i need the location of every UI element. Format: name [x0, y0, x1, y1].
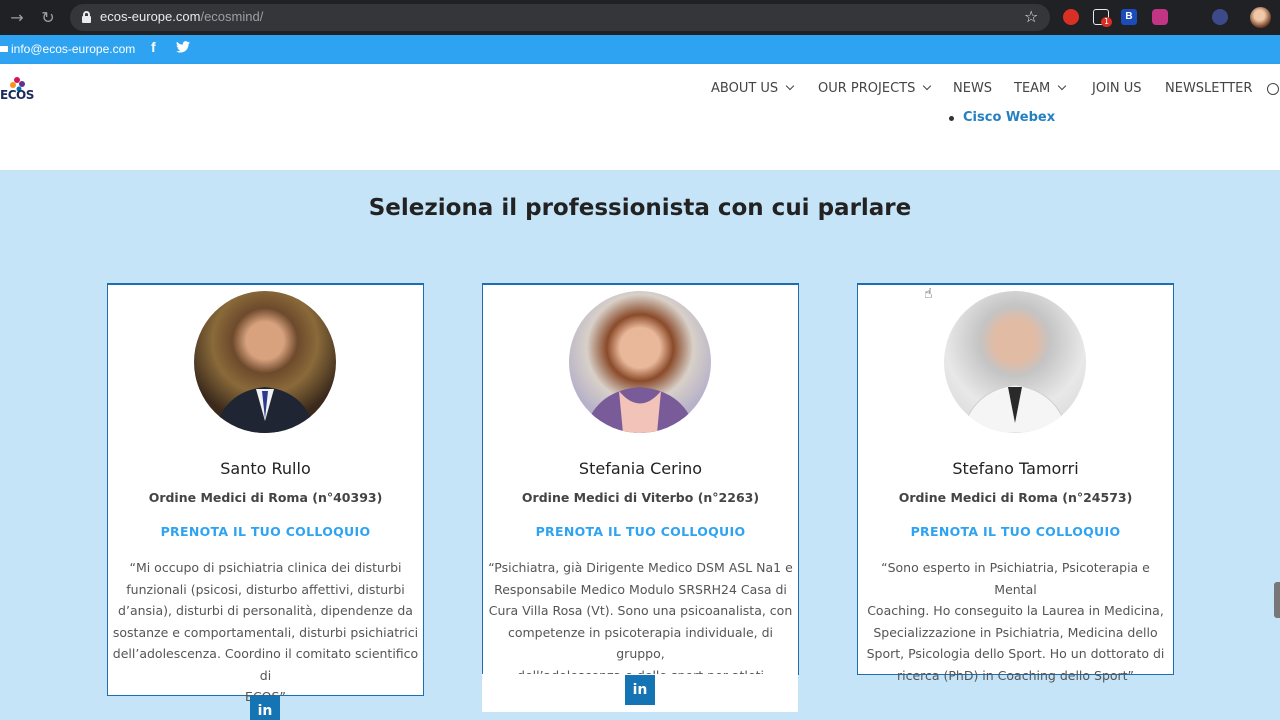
book-consultation-link[interactable]: PRENOTA IL TUO COLLOQUIO	[858, 524, 1173, 539]
professional-photo	[944, 291, 1086, 433]
professional-bio: “Sono esperto in Psichiatria, Psicoterap…	[866, 560, 1165, 683]
professional-order: Ordine Medici di Roma (n°24573)	[898, 490, 1133, 505]
book-consultation-link[interactable]: PRENOTA IL TUO COLLOQUIO	[108, 524, 423, 539]
scrollbar-thumb[interactable]	[1274, 582, 1280, 618]
star-icon[interactable]: ☆	[1024, 7, 1038, 26]
hand-cursor-icon: ☝	[924, 286, 933, 302]
extension-icon[interactable]: B	[1121, 9, 1137, 25]
nav-newsletter[interactable]: NEWSLETTER	[1165, 81, 1252, 96]
book-consultation-link[interactable]: PRENOTA IL TUO COLLOQUIO	[483, 524, 798, 539]
lock-icon	[82, 11, 91, 23]
chevron-down-icon	[1058, 81, 1067, 91]
email-link[interactable]: info@ecos-europe.com	[11, 42, 135, 56]
professional-card: Santo Rullo Ordine Medici di Roma (n°403…	[107, 283, 424, 720]
forward-arrow-icon[interactable]: →	[6, 7, 28, 29]
nav-team[interactable]: TEAM	[1014, 81, 1067, 96]
url-text[interactable]: ecos-europe.com/ecosmind/	[100, 9, 263, 24]
professional-bio: “Mi occupo di psichiatria clinica dei di…	[112, 560, 419, 704]
nav-about-us[interactable]: ABOUT US	[711, 81, 795, 96]
chevron-down-icon	[923, 81, 932, 91]
nav-news[interactable]: NEWS	[953, 81, 992, 96]
site-header: ECOS ABOUT US OUR PROJECTS NEWS TEAM JOI…	[0, 64, 1280, 116]
professional-photo	[569, 291, 711, 433]
card-footer: in	[482, 674, 798, 712]
professional-order: Ordine Medici di Roma (n°40393)	[148, 490, 383, 505]
professional-order: Ordine Medici di Viterbo (n°2263)	[521, 490, 760, 505]
nav-join-us[interactable]: JOIN US	[1092, 81, 1142, 96]
professional-name: Stefania Cerino	[578, 459, 703, 478]
linkedin-icon[interactable]: in	[250, 696, 280, 720]
reload-icon[interactable]: ↻	[37, 7, 59, 29]
professional-card: Stefano Tamorri Ordine Medici di Roma (n…	[857, 283, 1174, 683]
mail-icon	[0, 46, 8, 52]
logo-text: ECOS	[0, 88, 34, 102]
list-item-cisco-webex[interactable]: Cisco Webex	[948, 110, 1055, 125]
twitter-icon[interactable]	[176, 41, 190, 53]
facebook-icon[interactable]: f	[151, 39, 156, 55]
extension-badge: 1	[1101, 17, 1113, 27]
extension-icon[interactable]	[1152, 9, 1168, 25]
chevron-down-icon	[785, 81, 795, 91]
browser-toolbar: → ↻ ecos-europe.com/ecosmind/ ☆ 1 B	[0, 0, 1280, 35]
search-icon[interactable]	[1267, 83, 1279, 95]
linkedin-icon[interactable]: in	[625, 675, 655, 705]
professional-photo	[194, 291, 336, 433]
section-title: Seleziona il professionista con cui parl…	[368, 195, 912, 221]
content-area	[0, 116, 1280, 170]
extension-icon[interactable]	[1063, 9, 1079, 25]
professional-name: Stefano Tamorri	[952, 459, 1079, 478]
profile-avatar[interactable]	[1250, 7, 1271, 28]
professional-name: Santo Rullo	[220, 459, 311, 478]
address-bar[interactable]: ecos-europe.com/ecosmind/ ☆	[70, 4, 1050, 31]
nav-our-projects[interactable]: OUR PROJECTS	[818, 81, 932, 96]
extension-icon[interactable]	[1212, 9, 1228, 25]
professional-card: Stefania Cerino Ordine Medici di Viterbo…	[482, 283, 799, 704]
top-info-bar: info@ecos-europe.com f	[0, 35, 1280, 64]
